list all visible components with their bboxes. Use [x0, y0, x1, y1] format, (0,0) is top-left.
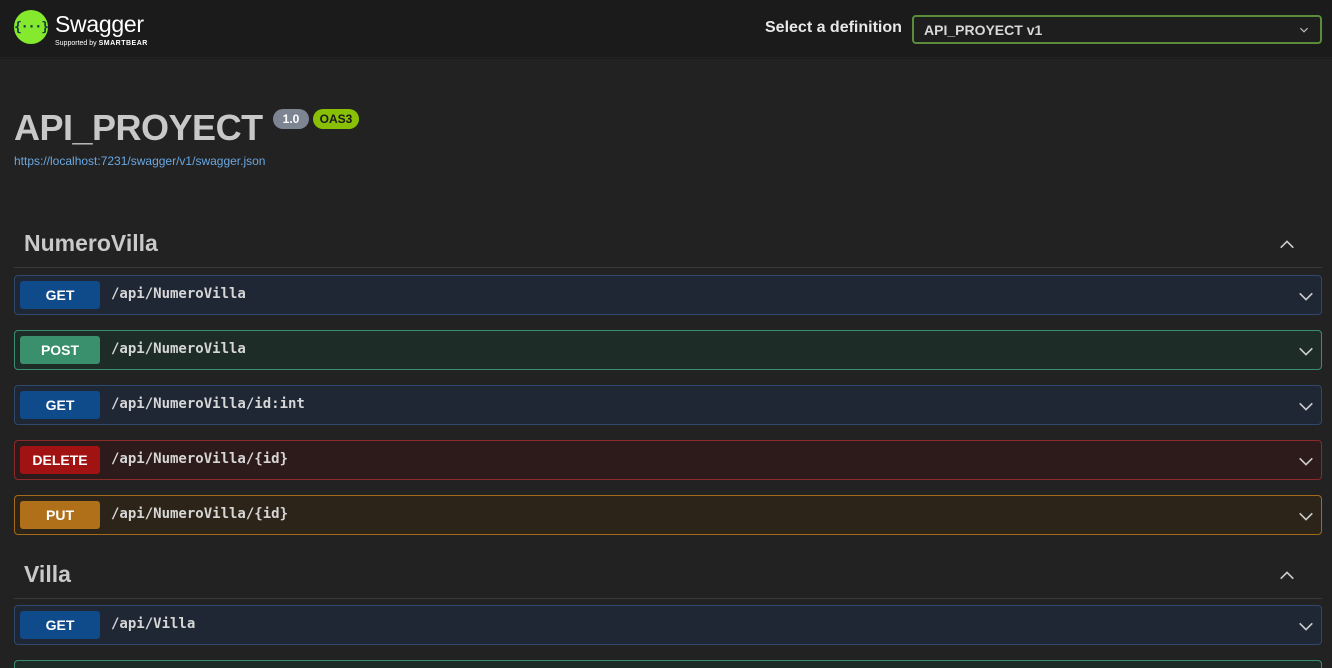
operation-delete-numerovilla[interactable]: DELETE /api/NumeroVilla/{id}	[14, 440, 1322, 480]
method-badge: POST	[20, 336, 100, 364]
operation-put-numerovilla[interactable]: PUT /api/NumeroVilla/{id}	[14, 495, 1322, 535]
method-badge: GET	[20, 281, 100, 309]
chevron-down-icon[interactable]	[1297, 452, 1315, 470]
operation-partial[interactable]	[14, 660, 1322, 668]
definition-select[interactable]: API_PROYECT v1	[912, 15, 1322, 44]
api-title: API_PROYECT	[14, 107, 263, 148]
logo-name[interactable]: Swagger	[55, 11, 144, 38]
topbar: {···} Swagger Supported by SMARTBEAR Sel…	[0, 0, 1332, 58]
tag-header-villa[interactable]: Villa	[14, 553, 1322, 599]
chevron-up-icon[interactable]	[1278, 567, 1296, 585]
method-badge: GET	[20, 611, 100, 639]
chevron-down-icon[interactable]	[1297, 287, 1315, 305]
operation-post-numerovilla[interactable]: POST /api/NumeroVilla	[14, 330, 1322, 370]
operation-path: /api/NumeroVilla	[111, 286, 246, 302]
definition-label: Select a definition	[765, 19, 902, 36]
chevron-up-icon[interactable]	[1278, 236, 1296, 254]
method-badge: GET	[20, 391, 100, 419]
logo-subtitle: Supported by SMARTBEAR	[55, 40, 148, 47]
chevron-down-icon[interactable]	[1297, 342, 1315, 360]
chevron-down-icon	[1299, 27, 1309, 33]
tag-header-numerovilla[interactable]: NumeroVilla	[14, 222, 1322, 268]
chevron-down-icon[interactable]	[1297, 397, 1315, 415]
definition-value: API_PROYECT v1	[924, 21, 1043, 38]
oas-badge: OAS3	[313, 109, 359, 129]
tag-title: NumeroVilla	[24, 230, 158, 256]
method-badge: DELETE	[20, 446, 100, 474]
logo-sub-prefix: Supported by	[55, 40, 97, 47]
logo-sub-brand: SMARTBEAR	[98, 40, 148, 47]
operation-path: /api/NumeroVilla/{id}	[111, 451, 289, 467]
logo-glyph: {···}	[13, 19, 49, 35]
tag-title: Villa	[24, 561, 71, 587]
operation-path: /api/NumeroVilla	[111, 341, 246, 357]
operation-path: /api/NumeroVilla/id:int	[111, 396, 305, 412]
chevron-down-icon[interactable]	[1297, 617, 1315, 635]
swagger-logo-icon[interactable]: {···}	[13, 10, 49, 44]
spec-link[interactable]: https://localhost:7231/swagger/v1/swagge…	[14, 154, 265, 168]
operation-path: /api/Villa	[111, 616, 196, 632]
version-badge: 1.0	[273, 109, 309, 129]
operation-get-villa[interactable]: GET /api/Villa	[14, 605, 1322, 645]
operation-path: /api/NumeroVilla/{id}	[111, 506, 289, 522]
chevron-down-icon[interactable]	[1297, 507, 1315, 525]
operation-get-numerovilla[interactable]: GET /api/NumeroVilla	[14, 275, 1322, 315]
operation-get-numerovilla-id[interactable]: GET /api/NumeroVilla/id:int	[14, 385, 1322, 425]
method-badge: PUT	[20, 501, 100, 529]
